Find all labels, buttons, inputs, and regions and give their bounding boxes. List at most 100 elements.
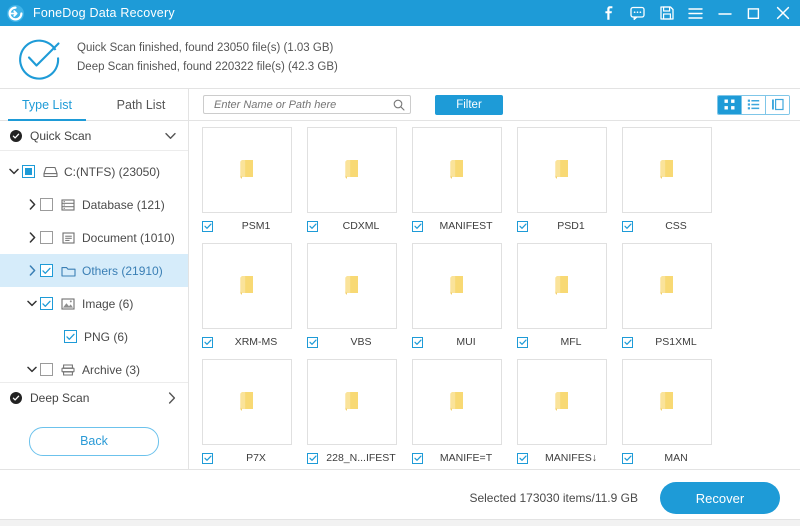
quick-scan-header[interactable]: Quick Scan xyxy=(0,121,188,151)
back-button-container: Back xyxy=(0,413,188,469)
file-card[interactable]: 228_N...IFEST xyxy=(307,359,404,469)
chevron-down-icon[interactable] xyxy=(165,132,176,140)
checkbox-checked[interactable] xyxy=(517,336,528,348)
checkbox-checked[interactable] xyxy=(412,220,423,232)
chevron-down-icon[interactable] xyxy=(24,300,40,307)
file-card[interactable]: MUI xyxy=(412,243,509,353)
maximize-icon[interactable] xyxy=(746,6,761,21)
file-card[interactable]: CSS xyxy=(622,127,719,237)
tree-item-archive[interactable]: Archive (3) xyxy=(0,353,188,382)
chevron-right-icon[interactable] xyxy=(168,392,176,404)
checkbox-checked[interactable] xyxy=(202,220,213,232)
checkbox-checked[interactable] xyxy=(40,264,53,277)
checkbox-checked[interactable] xyxy=(622,452,633,464)
folder-icon xyxy=(238,275,257,297)
checkbox-checked[interactable] xyxy=(202,452,213,464)
chevron-down-icon[interactable] xyxy=(24,366,40,373)
magnifier-icon[interactable] xyxy=(393,99,405,111)
checkbox-checked[interactable] xyxy=(517,220,528,232)
chevron-down-icon[interactable] xyxy=(6,168,22,175)
checkbox-checked[interactable] xyxy=(517,452,528,464)
file-name: MAN xyxy=(664,452,688,464)
checkbox-checked[interactable] xyxy=(202,336,213,348)
file-card[interactable]: MANIFES↓ xyxy=(517,359,614,469)
file-card[interactable]: PSM1 xyxy=(202,127,299,237)
deep-scan-label: Deep Scan xyxy=(30,391,90,405)
tree-item-database[interactable]: Database (121) xyxy=(0,188,188,221)
tree-item-png[interactable]: PNG (6) xyxy=(0,320,188,353)
file-thumbnail xyxy=(622,127,712,213)
search-box[interactable] xyxy=(203,95,411,114)
tree-item-image[interactable]: Image (6) xyxy=(0,287,188,320)
list-view-icon[interactable] xyxy=(742,95,766,114)
tree-item-label: Archive (3) xyxy=(82,362,141,377)
check-circle-icon xyxy=(14,32,64,82)
file-thumbnail xyxy=(202,127,292,213)
file-card[interactable]: MFL xyxy=(517,243,614,353)
chevron-right-icon[interactable] xyxy=(24,232,40,243)
file-card[interactable]: VBS xyxy=(307,243,404,353)
tree-item-document[interactable]: Document (1010) xyxy=(0,221,188,254)
file-caption: PSM1 xyxy=(202,213,299,237)
file-card[interactable]: MANIFEST xyxy=(412,127,509,237)
tree-item-label: Database (121) xyxy=(82,197,165,212)
file-name: VBS xyxy=(350,336,372,348)
tab-path-list[interactable]: Path List xyxy=(94,89,188,120)
feedback-chat-icon[interactable] xyxy=(630,6,645,21)
chevron-right-icon[interactable] xyxy=(24,199,40,210)
file-card[interactable]: MANIFE=T xyxy=(412,359,509,469)
checkbox-unchecked[interactable] xyxy=(40,231,53,244)
recover-button[interactable]: Recover xyxy=(660,482,780,514)
file-thumbnail xyxy=(202,243,292,329)
file-caption: MAN xyxy=(622,445,719,469)
file-card[interactable]: PSD1 xyxy=(517,127,614,237)
file-grid: PSM1 CDXML MANIFEST PSD1 CSS XRM-MS VBS … xyxy=(197,127,800,469)
tree-item-label: Others (21910) xyxy=(82,263,163,278)
file-name: MANIFE=T xyxy=(439,452,493,464)
file-caption: MFL xyxy=(517,329,614,353)
checkbox-checked[interactable] xyxy=(622,336,633,348)
chevron-right-icon[interactable] xyxy=(24,265,40,276)
checkbox-checked[interactable] xyxy=(307,336,318,348)
folder-icon xyxy=(448,159,467,181)
file-caption: MANIFE=T xyxy=(412,445,509,469)
checkbox-checked[interactable] xyxy=(412,336,423,348)
facebook-icon[interactable] xyxy=(601,6,616,21)
file-name: CSS xyxy=(665,220,687,232)
save-icon[interactable] xyxy=(659,6,674,21)
file-card[interactable]: P7X xyxy=(202,359,299,469)
file-caption: CSS xyxy=(622,213,719,237)
minimize-icon[interactable] xyxy=(717,6,732,21)
checkbox-unchecked[interactable] xyxy=(40,198,53,211)
checkbox-checked[interactable] xyxy=(307,452,318,464)
checkbox-checked[interactable] xyxy=(412,452,423,464)
file-card[interactable]: XRM-MS xyxy=(202,243,299,353)
tree-item-label: Image (6) xyxy=(82,296,134,311)
search-input[interactable] xyxy=(212,97,393,112)
file-thumbnail xyxy=(307,359,397,445)
detail-view-icon[interactable] xyxy=(766,95,789,114)
checkbox-checked[interactable] xyxy=(307,220,318,232)
checkbox-checked[interactable] xyxy=(40,297,53,310)
checkbox-checked[interactable] xyxy=(64,330,77,343)
file-card[interactable]: MAN xyxy=(622,359,719,469)
file-name: PSM1 xyxy=(241,220,271,232)
tab-type-list[interactable]: Type List xyxy=(0,89,94,121)
folder-icon xyxy=(553,391,572,413)
tree-item-c-ntfs[interactable]: C:(NTFS) (23050) xyxy=(0,155,188,188)
close-icon[interactable] xyxy=(775,6,790,21)
tree-item-others[interactable]: Others (21910) xyxy=(0,254,188,287)
file-grid-container[interactable]: PSM1 CDXML MANIFEST PSD1 CSS XRM-MS VBS … xyxy=(189,121,800,469)
back-button[interactable]: Back xyxy=(29,426,159,456)
file-card[interactable]: PS1XML xyxy=(622,243,719,353)
app-title: FoneDog Data Recovery xyxy=(33,6,175,20)
deep-scan-header[interactable]: Deep Scan xyxy=(0,382,188,413)
file-card[interactable]: CDXML xyxy=(307,127,404,237)
menu-icon[interactable] xyxy=(688,6,703,21)
checkbox-unchecked[interactable] xyxy=(40,363,53,376)
file-thumbnail xyxy=(622,359,712,445)
checkbox-checked[interactable] xyxy=(622,220,633,232)
filter-button[interactable]: Filter xyxy=(435,94,503,115)
grid-view-icon[interactable] xyxy=(718,95,742,114)
checkbox-partial[interactable] xyxy=(22,165,35,178)
